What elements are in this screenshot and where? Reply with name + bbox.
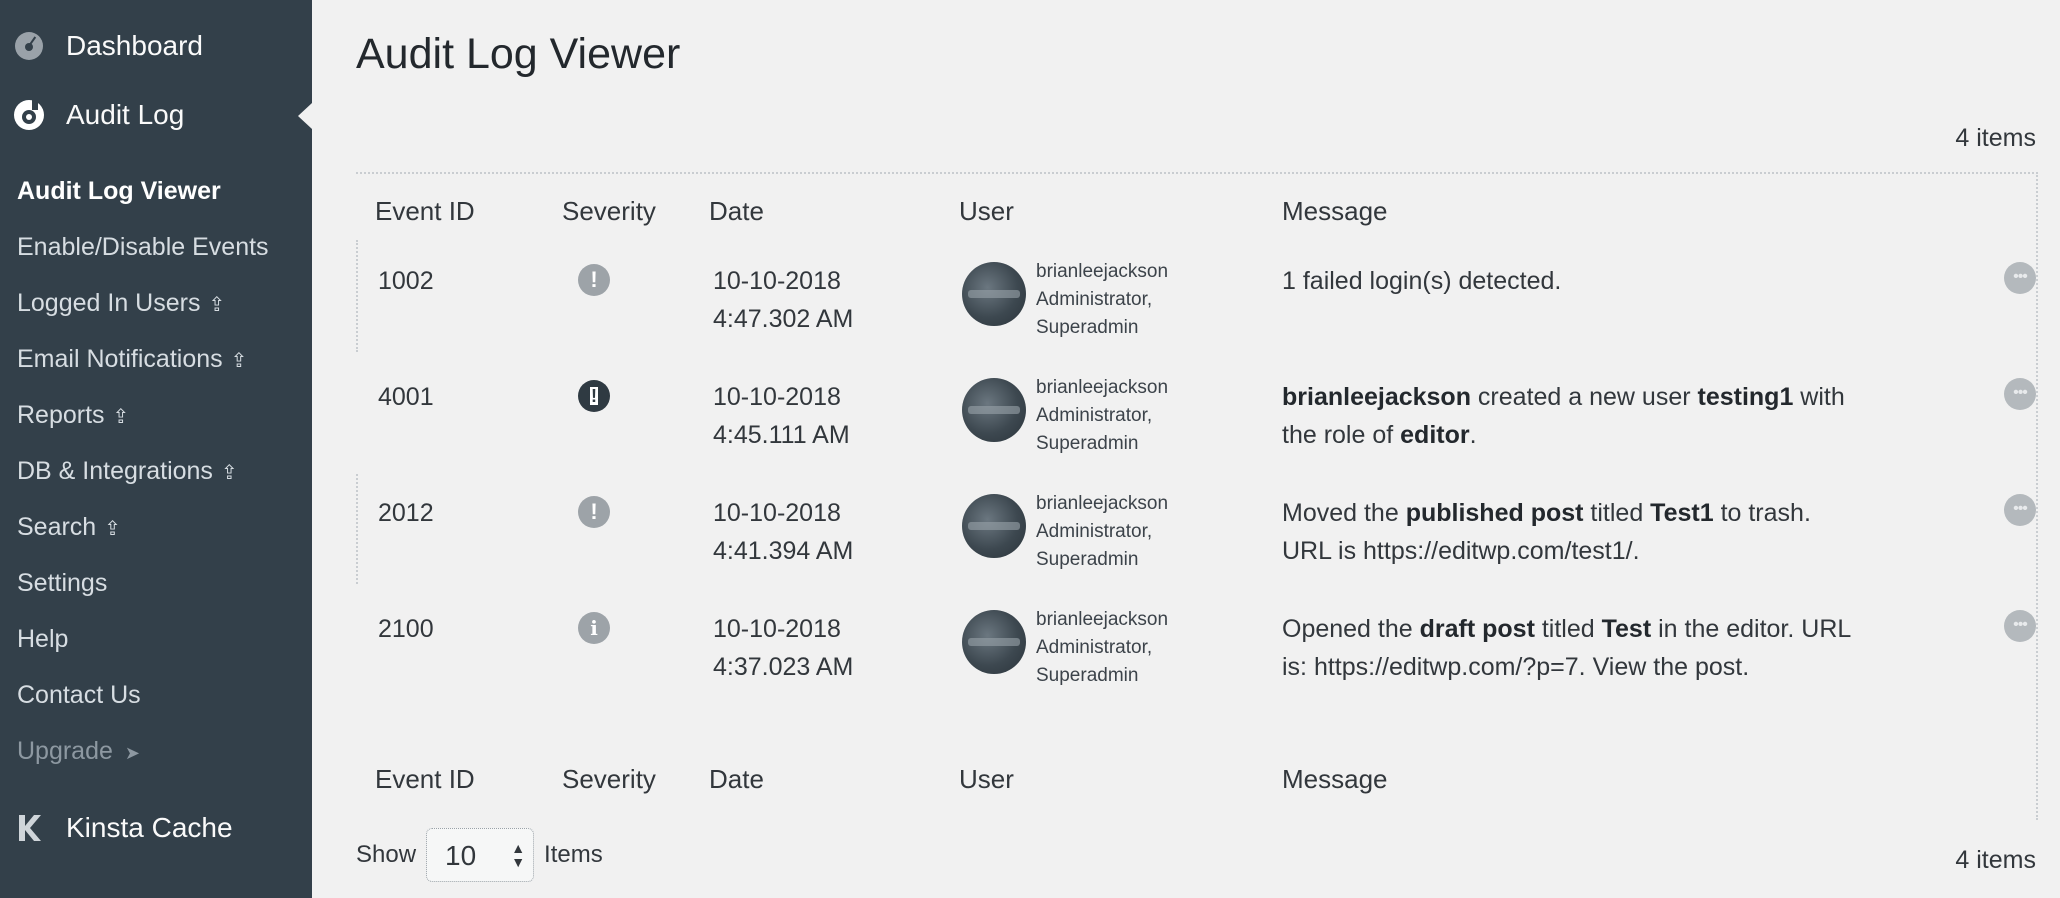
col-footer-user[interactable]: User [959, 764, 1014, 795]
col-footer-message[interactable]: Message [1282, 764, 1388, 795]
select-arrows-icon: ▲ ▼ [511, 840, 526, 870]
sidebar-item-dashboard[interactable]: Dashboard [0, 24, 312, 68]
dashboard-icon [12, 29, 46, 63]
event-date: 10-10-2018 4:37.023 AM [713, 615, 854, 681]
audit-log-icon [12, 98, 46, 132]
col-footer-event-id[interactable]: Event ID [375, 764, 475, 795]
admin-sidebar: Dashboard Audit Log Audit Log Viewer Ena… [0, 0, 312, 898]
col-header-event-id[interactable]: Event ID [375, 196, 475, 227]
row-divider [356, 240, 358, 352]
user-info: brianleejackson Administrator, Superadmin [962, 606, 1168, 690]
submenu-email-notifications[interactable]: Email Notifications ⇪ [0, 336, 312, 392]
sidebar-item-audit-log[interactable]: Audit Log [0, 93, 312, 137]
col-header-severity[interactable]: Severity [562, 196, 656, 227]
event-message: brianleejackson created a new user testi… [1282, 383, 1845, 449]
severity-critical-icon: ! [578, 380, 610, 412]
col-header-user[interactable]: User [959, 196, 1014, 227]
sidebar-item-label: Dashboard [66, 30, 203, 61]
submenu-help[interactable]: Help [0, 616, 312, 672]
more-details-icon[interactable]: ••• [2004, 262, 2036, 294]
more-details-icon[interactable]: ••• [2004, 610, 2036, 642]
col-header-date[interactable]: Date [709, 196, 764, 227]
col-footer-severity[interactable]: Severity [562, 764, 656, 795]
more-details-icon[interactable]: ••• [2004, 378, 2036, 410]
sidebar-item-kinsta-cache[interactable]: Kinsta Cache [0, 806, 312, 850]
items-per-page-select[interactable]: 10 ▲ ▼ [426, 828, 535, 882]
severity-warning-icon: ! [578, 264, 610, 296]
items-count-bottom: 4 items [1955, 846, 2036, 874]
kinsta-icon [12, 811, 46, 845]
submenu-enable-disable-events[interactable]: Enable/Disable Events [0, 224, 312, 280]
avatar [962, 610, 1026, 674]
submenu-db-integrations[interactable]: DB & Integrations ⇪ [0, 448, 312, 504]
event-message: Moved the published post titled Test1 to… [1282, 499, 1811, 565]
event-date: 10-10-2018 4:47.302 AM [713, 267, 854, 333]
avatar [962, 494, 1026, 558]
event-id: 2100 [378, 615, 434, 643]
pagination-bar: Show 10 ▲ ▼ Items [356, 828, 603, 882]
severity-info-icon: i [578, 612, 610, 644]
submenu-settings[interactable]: Settings [0, 560, 312, 616]
submenu-contact-us[interactable]: Contact Us [0, 672, 312, 728]
sidebar-item-label: Audit Log [66, 99, 185, 130]
col-footer-date[interactable]: Date [709, 764, 764, 795]
event-message: 1 failed login(s) detected. [1282, 267, 1562, 295]
event-id: 1002 [378, 267, 434, 295]
page-title: Audit Log Viewer [356, 30, 681, 78]
items-label: Items [544, 841, 603, 868]
upgrade-icon: ⇪ [220, 462, 238, 484]
event-date: 10-10-2018 4:41.394 AM [713, 499, 854, 565]
user-info: brianleejackson Administrator, Superadmin [962, 490, 1168, 574]
upgrade-icon: ⇪ [112, 406, 130, 428]
submenu-reports[interactable]: Reports ⇪ [0, 392, 312, 448]
upgrade-icon: ⇪ [104, 518, 121, 540]
submenu-logged-in-users[interactable]: Logged In Users ⇪ [0, 280, 312, 336]
severity-warning-icon: ! [578, 496, 610, 528]
event-id: 4001 [378, 383, 434, 411]
user-info: brianleejackson Administrator, Superadmin [962, 258, 1168, 342]
sidebar-item-label: Kinsta Cache [66, 812, 233, 843]
upgrade-icon: ⇪ [208, 294, 226, 316]
upgrade-icon: ⇪ [230, 350, 248, 372]
submenu-search[interactable]: Search ⇪ [0, 504, 312, 560]
submenu-audit-log-viewer[interactable]: Audit Log Viewer [0, 168, 312, 224]
event-message: Opened the draft post titled Test in the… [1282, 615, 1851, 681]
audit-log-submenu: Audit Log Viewer Enable/Disable Events L… [0, 168, 312, 784]
col-header-message[interactable]: Message [1282, 196, 1388, 227]
arrow-right-icon: ➤ [124, 743, 140, 763]
more-details-icon[interactable]: ••• [2004, 494, 2036, 526]
items-count-top: 4 items [1955, 124, 2036, 152]
user-info: brianleejackson Administrator, Superadmin [962, 374, 1168, 458]
submenu-upgrade[interactable]: Upgrade ➤ [0, 728, 312, 784]
event-date: 10-10-2018 4:45.111 AM [713, 383, 850, 449]
event-id: 2012 [378, 499, 434, 527]
show-label: Show [356, 841, 417, 868]
avatar [962, 378, 1026, 442]
row-divider [356, 474, 358, 584]
avatar [962, 262, 1026, 326]
